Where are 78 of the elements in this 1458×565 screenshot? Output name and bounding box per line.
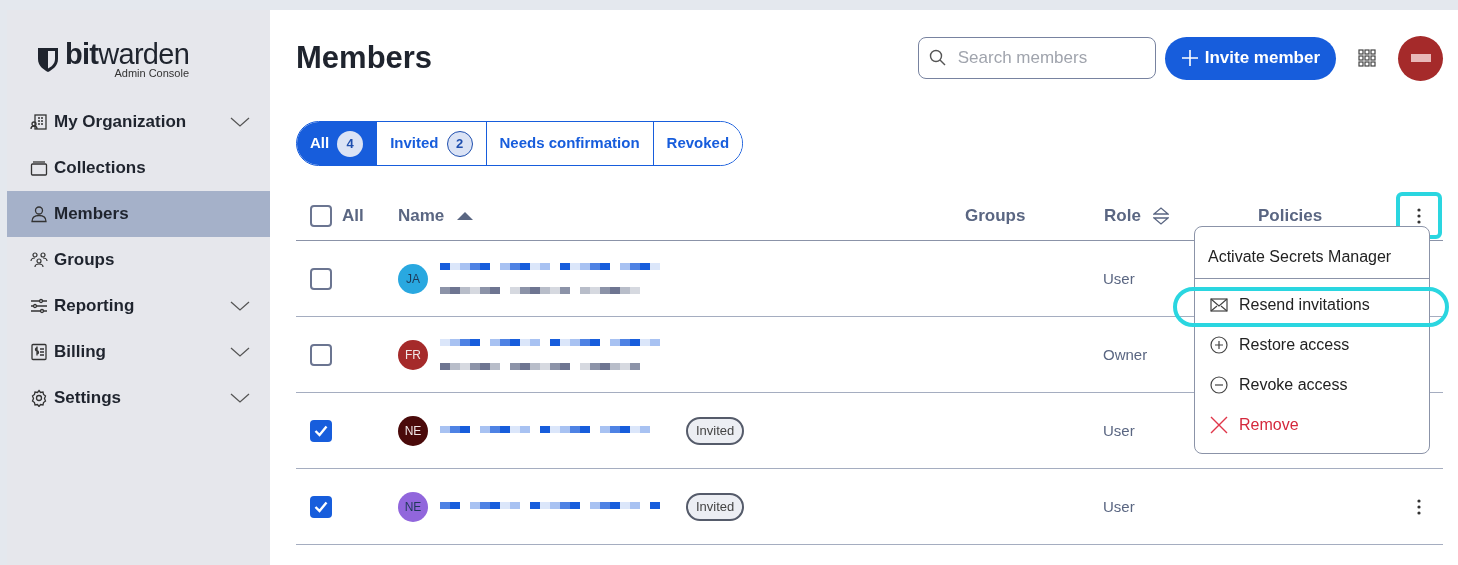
select-all-label: All [342, 204, 364, 227]
role-text: User [1103, 269, 1135, 287]
sidebar-label: Members [54, 203, 130, 226]
shield-icon [37, 46, 59, 73]
app-grid-icon[interactable] [1358, 49, 1376, 67]
sidebar-label: Collections [54, 157, 147, 180]
plus-icon [1180, 49, 1199, 67]
member-avatar: NE [398, 415, 428, 446]
chevron-down-icon [230, 347, 250, 357]
user-avatar[interactable] [1398, 35, 1443, 81]
column-header[interactable]: Groups [965, 202, 1026, 229]
count-badge: 4 [337, 130, 364, 157]
sidebar-item[interactable]: Settings [7, 375, 270, 421]
sidebar-label: Settings [54, 387, 123, 410]
status-badge: Invited [686, 492, 745, 521]
column-header[interactable]: Role [1104, 202, 1141, 229]
menu-item-label: Restore access [1239, 335, 1350, 355]
sort-ascending-icon [456, 210, 475, 221]
page-title: Members [296, 38, 434, 77]
search-field[interactable]: Search members [917, 37, 1156, 79]
column-header[interactable]: Policies [1258, 202, 1323, 229]
check-icon [314, 500, 328, 513]
role-text: User [1103, 497, 1135, 515]
sidebar-item[interactable]: Groups [7, 237, 270, 283]
building-icon [30, 113, 48, 131]
sidebar-label: Groups [54, 249, 116, 272]
invite-member-button[interactable]: Invite member [1164, 36, 1336, 80]
minus-circle-icon [1210, 376, 1228, 394]
menu-item[interactable]: Remove [1195, 405, 1429, 445]
menu-item[interactable]: Resend invitations [1195, 285, 1429, 325]
sliders-icon [30, 297, 48, 315]
folder-icon [30, 159, 48, 177]
checkbox[interactable] [310, 343, 332, 366]
sidebar-item[interactable]: Reporting [7, 283, 270, 329]
filter-tab[interactable]: Revoked [652, 122, 743, 165]
sidebar-item[interactable]: Billing [7, 329, 270, 375]
settings-icon [30, 389, 48, 407]
count-badge: 2 [446, 130, 473, 157]
menu-item-label: Remove [1239, 415, 1299, 435]
status-badge: Invited [686, 416, 745, 445]
filter-tab[interactable]: All 4 [297, 122, 377, 165]
check-icon [314, 424, 328, 437]
sidebar-label: My Organization [54, 111, 188, 134]
more-vertical-icon[interactable] [1416, 498, 1421, 515]
role-text: User [1103, 421, 1135, 439]
people-icon [30, 251, 48, 269]
chevron-down-icon [230, 117, 250, 127]
sidebar-item[interactable]: Collections [7, 145, 270, 191]
checkbox[interactable] [310, 495, 332, 518]
role-text: Owner [1103, 345, 1148, 363]
menu-item-label: Resend invitations [1239, 295, 1370, 315]
checkbox[interactable] [310, 267, 332, 290]
checkbox[interactable] [310, 419, 332, 442]
plus-circle-icon [1210, 336, 1228, 354]
close-icon [1210, 416, 1228, 434]
invoice-icon [30, 343, 48, 361]
checkbox[interactable] [310, 204, 332, 227]
menu-item[interactable]: Activate Secrets Manager [1195, 235, 1429, 279]
logo-wordmark: bitwarden [65, 40, 190, 69]
menu-item[interactable]: Restore access [1195, 325, 1429, 365]
sidebar-item[interactable]: My Organization [7, 99, 270, 145]
person-icon [30, 205, 48, 223]
sort-icon [1152, 206, 1169, 225]
menu-item-label: Revoke access [1239, 375, 1348, 395]
column-header[interactable]: Name [398, 202, 445, 229]
member-avatar: JA [398, 263, 428, 294]
member-avatar: NE [398, 491, 428, 522]
search-icon [928, 49, 947, 67]
sidebar-label: Reporting [54, 295, 136, 318]
member-avatar: FR [398, 339, 428, 370]
more-vertical-icon [1416, 207, 1421, 224]
sidebar-item[interactable]: Members [7, 191, 270, 237]
chevron-down-icon [230, 301, 250, 311]
chevron-down-icon [230, 393, 250, 403]
envelope-icon [1210, 298, 1228, 312]
menu-item[interactable]: Revoke access [1195, 365, 1429, 405]
logo-subtitle: Admin Console [114, 68, 190, 79]
sidebar-label: Billing [54, 341, 107, 364]
